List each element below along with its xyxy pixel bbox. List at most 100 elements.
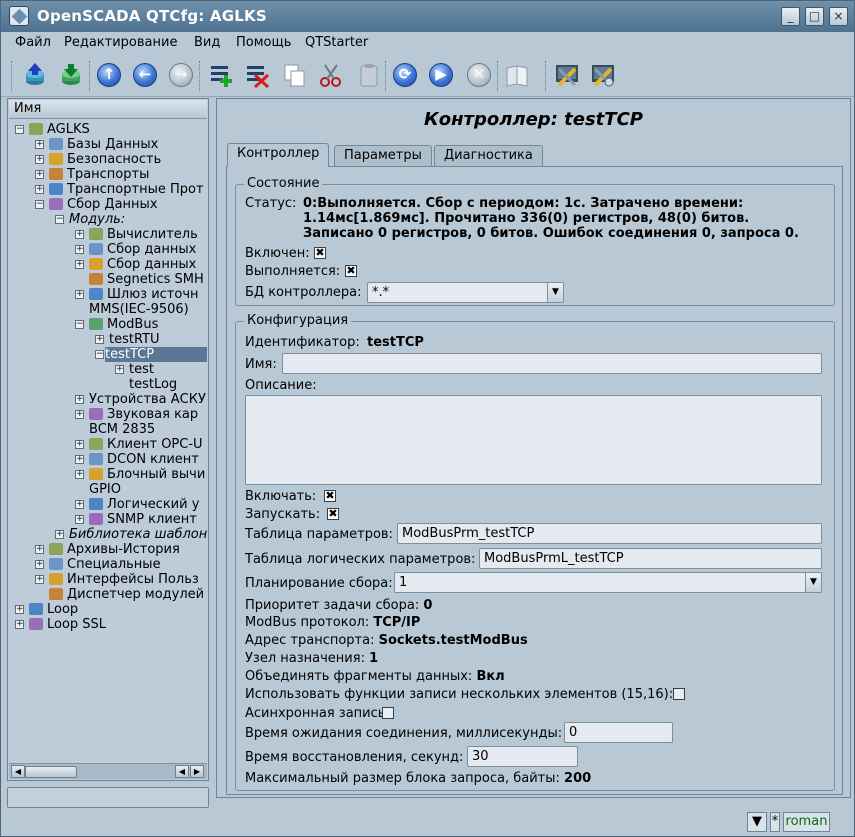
tree-item[interactable]: testLog — [129, 377, 177, 392]
tab-diagnostics[interactable]: Диагностика — [434, 145, 543, 166]
help-book-icon[interactable] — [503, 61, 531, 89]
expand-icon[interactable]: + — [75, 470, 84, 479]
expand-icon[interactable]: + — [75, 500, 84, 509]
tree-item[interactable]: + Клиент OPC-U — [75, 437, 203, 452]
cut-icon[interactable] — [317, 61, 345, 89]
tree-item[interactable]: + test — [115, 362, 154, 377]
collapse-icon[interactable]: − — [55, 215, 64, 224]
tree-item[interactable]: + Транспортные Прот — [35, 182, 204, 197]
params-table-field[interactable]: ModBusPrm_testTCP — [397, 523, 822, 544]
running-checkbox[interactable]: ✖ — [345, 265, 357, 277]
start-checkbox[interactable]: ✖ — [327, 508, 339, 520]
schedule-combobox[interactable]: 1 ▼ — [394, 572, 822, 593]
tree-item[interactable]: + Loop SSL — [15, 617, 106, 632]
collapse-icon[interactable]: − — [75, 320, 84, 329]
user-indicator[interactable]: roman — [783, 812, 830, 832]
expand-icon[interactable]: + — [35, 155, 44, 164]
expand-icon[interactable]: + — [15, 620, 24, 629]
expand-icon[interactable]: + — [75, 440, 84, 449]
tree-item[interactable]: + Звуковая кар — [75, 407, 198, 422]
expand-icon[interactable]: + — [55, 530, 64, 539]
expand-icon[interactable]: + — [95, 335, 104, 344]
tree-item[interactable]: − testTCP — [95, 347, 207, 362]
tree-item[interactable]: Segnetics SMH — [89, 272, 204, 287]
tree-item[interactable]: + Устройства АСКУ — [75, 392, 206, 407]
restore-field[interactable]: 30 — [467, 746, 578, 767]
expand-icon[interactable]: + — [35, 185, 44, 194]
menu-view[interactable]: Вид — [194, 35, 220, 50]
paste-icon[interactable] — [355, 61, 383, 89]
expand-icon[interactable]: + — [15, 605, 24, 614]
start-icon[interactable]: ▶ — [427, 61, 455, 89]
back-icon[interactable]: ← — [131, 61, 159, 89]
menu-file[interactable]: Файл — [15, 35, 51, 50]
expand-icon[interactable]: + — [75, 395, 84, 404]
tree-item[interactable]: + Безопасность — [35, 152, 161, 167]
chevron-down-icon[interactable]: ▼ — [805, 573, 821, 592]
expand-icon[interactable]: + — [115, 365, 124, 374]
collapse-icon[interactable]: − — [35, 200, 44, 209]
tree-item[interactable]: + Базы Данных — [35, 137, 158, 152]
tree-item[interactable]: + DCON клиент — [75, 452, 199, 467]
tree-item[interactable]: + Архивы-История — [35, 542, 180, 557]
tree-item[interactable]: MMS(IEC-9506) — [89, 302, 189, 317]
tree-item[interactable]: + Интерфейсы Польз — [35, 572, 199, 587]
menu-edit[interactable]: Редактирование — [64, 35, 177, 50]
collapse-icon[interactable]: − — [95, 350, 104, 359]
db-load-icon[interactable] — [21, 61, 49, 89]
tree-item[interactable]: + SNMP клиент — [75, 512, 197, 527]
tree-item[interactable]: GPIO — [89, 482, 121, 497]
forward-icon[interactable]: → — [167, 61, 195, 89]
expand-icon[interactable]: + — [35, 140, 44, 149]
expand-icon[interactable]: + — [75, 455, 84, 464]
menu-qtstarter[interactable]: QTStarter — [305, 35, 368, 50]
tree-item[interactable]: + Сбор данных — [75, 257, 196, 272]
expand-icon[interactable]: + — [35, 575, 44, 584]
tree-item[interactable]: − ModBus — [75, 317, 158, 332]
title-bar[interactable]: OpenSCADA QTCfg: AGLKS _ □ × — [1, 1, 854, 32]
description-textarea[interactable] — [245, 395, 822, 485]
name-field[interactable] — [282, 353, 822, 374]
tree-item[interactable]: − Сбор Данных — [35, 197, 158, 212]
scrollbar-thumb[interactable] — [25, 766, 77, 778]
navigation-tree[interactable]: − AGLKS + Базы Данных + Безопасность + Транспор… — [9, 120, 207, 764]
expand-icon[interactable]: + — [75, 410, 84, 419]
tree-item[interactable]: BCM 2835 — [89, 422, 155, 437]
tree-item[interactable]: + Шлюз источн — [75, 287, 199, 302]
async-checkbox[interactable] — [382, 707, 394, 719]
tree-item[interactable]: + Вычислитель — [75, 227, 198, 242]
db-select[interactable]: *.* ▼ — [367, 282, 564, 303]
enabled-checkbox[interactable]: ✖ — [314, 247, 326, 259]
copy-icon[interactable] — [281, 61, 309, 89]
up-icon[interactable]: ↑ — [95, 61, 123, 89]
expand-icon[interactable]: + — [75, 260, 84, 269]
tools-icon[interactable] — [553, 61, 581, 89]
tree-item[interactable]: + Блочный вычи — [75, 467, 205, 482]
collapse-icon[interactable]: − — [15, 125, 24, 134]
delete-item-icon[interactable] — [243, 61, 271, 89]
tree-horizontal-scrollbar[interactable]: ◀ ◀ ▶ — [9, 763, 207, 779]
expand-icon[interactable]: + — [75, 245, 84, 254]
tree-header[interactable]: Имя — [9, 100, 207, 119]
tab-controller[interactable]: Контроллер — [227, 143, 330, 167]
tree-item[interactable]: + Сбор данных — [75, 242, 196, 257]
expand-icon[interactable]: + — [35, 170, 44, 179]
tree-item[interactable]: Диспетчер модулей — [49, 587, 204, 602]
logic-table-field[interactable]: ModBusPrmL_testTCP — [479, 548, 822, 569]
tree-item[interactable]: − AGLKS — [15, 122, 90, 137]
tree-item[interactable]: + Логический у — [75, 497, 199, 512]
expand-icon[interactable]: + — [35, 545, 44, 554]
maximize-button[interactable]: □ — [805, 7, 824, 26]
tree-item[interactable]: − Модуль: — [55, 212, 125, 227]
settings-tools-icon[interactable] — [589, 61, 617, 89]
expand-icon[interactable]: + — [75, 230, 84, 239]
enable-checkbox[interactable]: ✖ — [324, 490, 336, 502]
minimize-button[interactable]: _ — [781, 7, 800, 26]
tree-item[interactable]: + Специальные — [35, 557, 161, 572]
close-button[interactable]: × — [829, 7, 848, 26]
tree-item[interactable]: + Библиотека шаблон — [55, 527, 207, 542]
multi-write-checkbox[interactable] — [673, 688, 685, 700]
tab-parameters[interactable]: Параметры — [334, 145, 432, 166]
conn-timeout-field[interactable]: 0 — [564, 722, 673, 743]
scroll-left-button[interactable]: ◀ — [11, 765, 25, 778]
